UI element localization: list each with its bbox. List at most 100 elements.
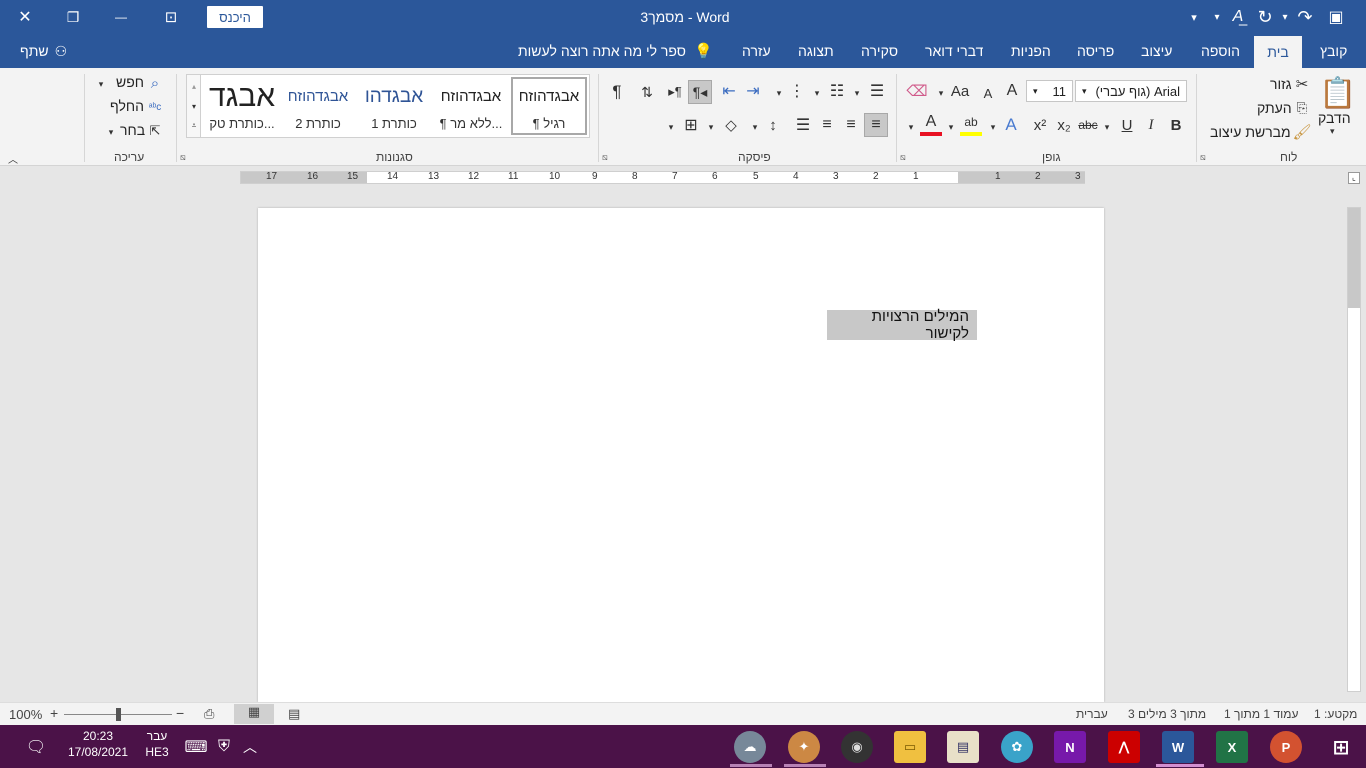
print-layout-icon[interactable]: ▦ — [234, 704, 274, 724]
chevron-down-icon[interactable]: ▾ — [774, 82, 784, 104]
windows-start-icon[interactable]: ⊞ — [1325, 731, 1357, 763]
clock[interactable]: 20:23 17/08/2021 — [62, 729, 134, 759]
tell-me-search[interactable]: ספר לי מה אתה רוצה לעשות 💡 — [518, 34, 713, 68]
app-icon-2[interactable]: ☁ — [734, 731, 766, 763]
chevron-down-icon[interactable]: ▾ — [666, 116, 676, 138]
superscript-icon[interactable]: x² — [1030, 114, 1050, 136]
grow-font-icon[interactable]: A — [1002, 80, 1022, 102]
highlight-icon[interactable]: ab — [960, 112, 982, 136]
undo-dropdown-icon[interactable]: ▾ — [1278, 0, 1292, 34]
app-icon[interactable]: ✦ — [788, 731, 820, 763]
align-left-icon[interactable]: ≡ — [816, 113, 838, 137]
onenote-icon[interactable]: N — [1054, 731, 1086, 763]
zoom-in-icon[interactable]: + — [50, 705, 58, 721]
increase-indent-icon[interactable]: ⇥ — [742, 80, 764, 102]
chevron-down-icon[interactable]: ▾ — [988, 116, 998, 138]
word-count[interactable]: 3 מתוך 3 מילים — [1128, 707, 1206, 721]
restore-icon[interactable]: ❐ — [56, 0, 90, 34]
web-layout-icon[interactable]: ▤ — [288, 706, 300, 722]
chevron-down-icon[interactable]: ▾ — [96, 76, 106, 92]
ltr-direction-icon[interactable]: ▸¶ — [664, 80, 686, 104]
chevron-down-icon[interactable]: ▾ — [706, 116, 716, 138]
rtl-direction-icon[interactable]: ¶◂ — [688, 80, 712, 104]
decrease-indent-icon[interactable]: ⇤ — [718, 80, 740, 102]
file-explorer-icon[interactable]: ▭ — [894, 731, 926, 763]
numbering-icon[interactable]: ☷ — [826, 80, 848, 102]
word-icon[interactable]: W — [1162, 731, 1194, 763]
zoom-level[interactable]: 100% — [9, 707, 42, 722]
format-dropdown-icon[interactable]: ▾ — [1210, 0, 1224, 34]
collapse-ribbon-icon[interactable]: ︿ — [6, 152, 20, 166]
tab-mailings[interactable]: דברי דואר — [925, 34, 983, 68]
tab-home[interactable]: בית — [1254, 36, 1302, 68]
paste-icon[interactable]: 📋 — [1319, 74, 1356, 112]
chevron-up-icon[interactable]: ︿ — [234, 731, 266, 763]
bold-icon[interactable]: B — [1166, 114, 1186, 136]
chevron-down-icon[interactable]: ▾ — [906, 116, 916, 138]
align-center-icon[interactable]: ≡ — [840, 113, 862, 137]
tab-layout[interactable]: פריסה — [1077, 34, 1114, 68]
paint-icon[interactable]: ✿ — [1001, 731, 1033, 763]
tab-selector-icon[interactable]: ⌞ — [1348, 172, 1360, 184]
notification-icon[interactable]: 🗨 — [20, 731, 52, 763]
style-title[interactable]: אבגד כותרת טק... — [205, 77, 279, 135]
ribbon-display-options-icon[interactable]: ⊡ — [154, 0, 188, 34]
justify-icon[interactable]: ☰ — [792, 113, 814, 137]
font-launcher-icon[interactable]: ⧅ — [900, 152, 906, 163]
font-color-icon[interactable]: A — [920, 112, 942, 136]
paste-dropdown-icon[interactable]: ▾ — [1330, 126, 1335, 137]
powerpoint-icon[interactable]: P — [1270, 731, 1302, 763]
tab-help[interactable]: עזרה — [742, 34, 771, 68]
chevron-down-icon[interactable]: ▾ — [852, 82, 862, 104]
align-right-icon[interactable]: ≡ — [864, 113, 888, 137]
text-effects-icon[interactable]: A — [1000, 114, 1022, 136]
read-mode-icon[interactable]: ⎙ — [204, 706, 214, 722]
shrink-font-icon[interactable]: A — [979, 82, 997, 104]
vertical-ruler[interactable] — [1347, 207, 1361, 692]
zoom-slider[interactable] — [64, 708, 172, 721]
style-heading-1[interactable]: אבגדהו כותרת 1 — [357, 77, 431, 135]
tab-file[interactable]: קובץ — [1320, 34, 1347, 68]
font-size-combo[interactable]: ▾ 11 — [1026, 80, 1073, 102]
paragraph-launcher-icon[interactable]: ⧅ — [602, 152, 608, 163]
shading-icon[interactable]: ◇ — [720, 113, 742, 137]
section-indicator[interactable]: מקטע: 1 — [1314, 707, 1357, 721]
underline-icon[interactable]: U — [1118, 114, 1136, 136]
save-icon[interactable]: ▣ — [1324, 0, 1348, 34]
redo-icon[interactable]: ↷ — [1294, 0, 1316, 34]
text-format-icon[interactable]: A͟ — [1226, 0, 1250, 34]
style-heading-2[interactable]: אבגדהוזח כותרת 2 — [281, 77, 355, 135]
chevron-down-icon[interactable]: ▾ — [936, 82, 946, 104]
subscript-icon[interactable]: x₂ — [1054, 114, 1074, 136]
borders-icon[interactable]: ⊞ — [680, 113, 702, 137]
styles-launcher-icon[interactable]: ⧅ — [180, 152, 186, 163]
more-styles-icon[interactable]: ⩡ — [187, 117, 201, 135]
language-indicator[interactable]: עברית — [1076, 707, 1108, 721]
selected-text[interactable]: המילים הרצויות לקישור — [827, 308, 977, 342]
tab-review[interactable]: סקירה — [861, 34, 898, 68]
chevron-down-icon[interactable]: ▾ — [812, 82, 822, 104]
input-language[interactable]: עבר HE3 — [140, 729, 174, 759]
copy-button[interactable]: העתק — [1257, 100, 1292, 116]
find-button[interactable]: חפש — [116, 74, 144, 90]
format-painter-button[interactable]: מברשת עיצוב — [1210, 124, 1291, 140]
show-marks-icon[interactable]: ¶ — [606, 80, 628, 104]
horizontal-ruler[interactable]: 3 2 1 1 2 3 4 5 6 7 8 9 10 11 12 13 14 1… — [240, 171, 1085, 184]
document-app-icon[interactable]: ▤ — [947, 731, 979, 763]
font-name-combo[interactable]: Arial (גוף עברי) ▾ — [1075, 80, 1187, 102]
style-normal[interactable]: אבגדהוזח ¶ רגיל — [511, 77, 587, 135]
line-spacing-icon[interactable]: ↕ — [762, 113, 784, 137]
zoom-out-icon[interactable]: − — [176, 705, 184, 721]
customize-quick-access-icon[interactable]: ▾ — [1184, 0, 1204, 34]
tab-references[interactable]: הפניות — [1011, 34, 1051, 68]
tab-insert[interactable]: הוספה — [1201, 34, 1240, 68]
tab-view[interactable]: תצוגה — [798, 34, 834, 68]
scroll-up-icon[interactable]: ▴ — [187, 77, 201, 95]
cut-button[interactable]: גזור — [1270, 76, 1292, 92]
close-icon[interactable]: ✕ — [8, 0, 42, 34]
sort-icon[interactable]: ⇅ — [636, 80, 658, 104]
acrobat-icon[interactable]: ⋀ — [1108, 731, 1140, 763]
clipboard-launcher-icon[interactable]: ⧅ — [1200, 152, 1206, 163]
media-player-icon[interactable]: ◉ — [841, 731, 873, 763]
select-button[interactable]: בחר — [120, 122, 145, 138]
